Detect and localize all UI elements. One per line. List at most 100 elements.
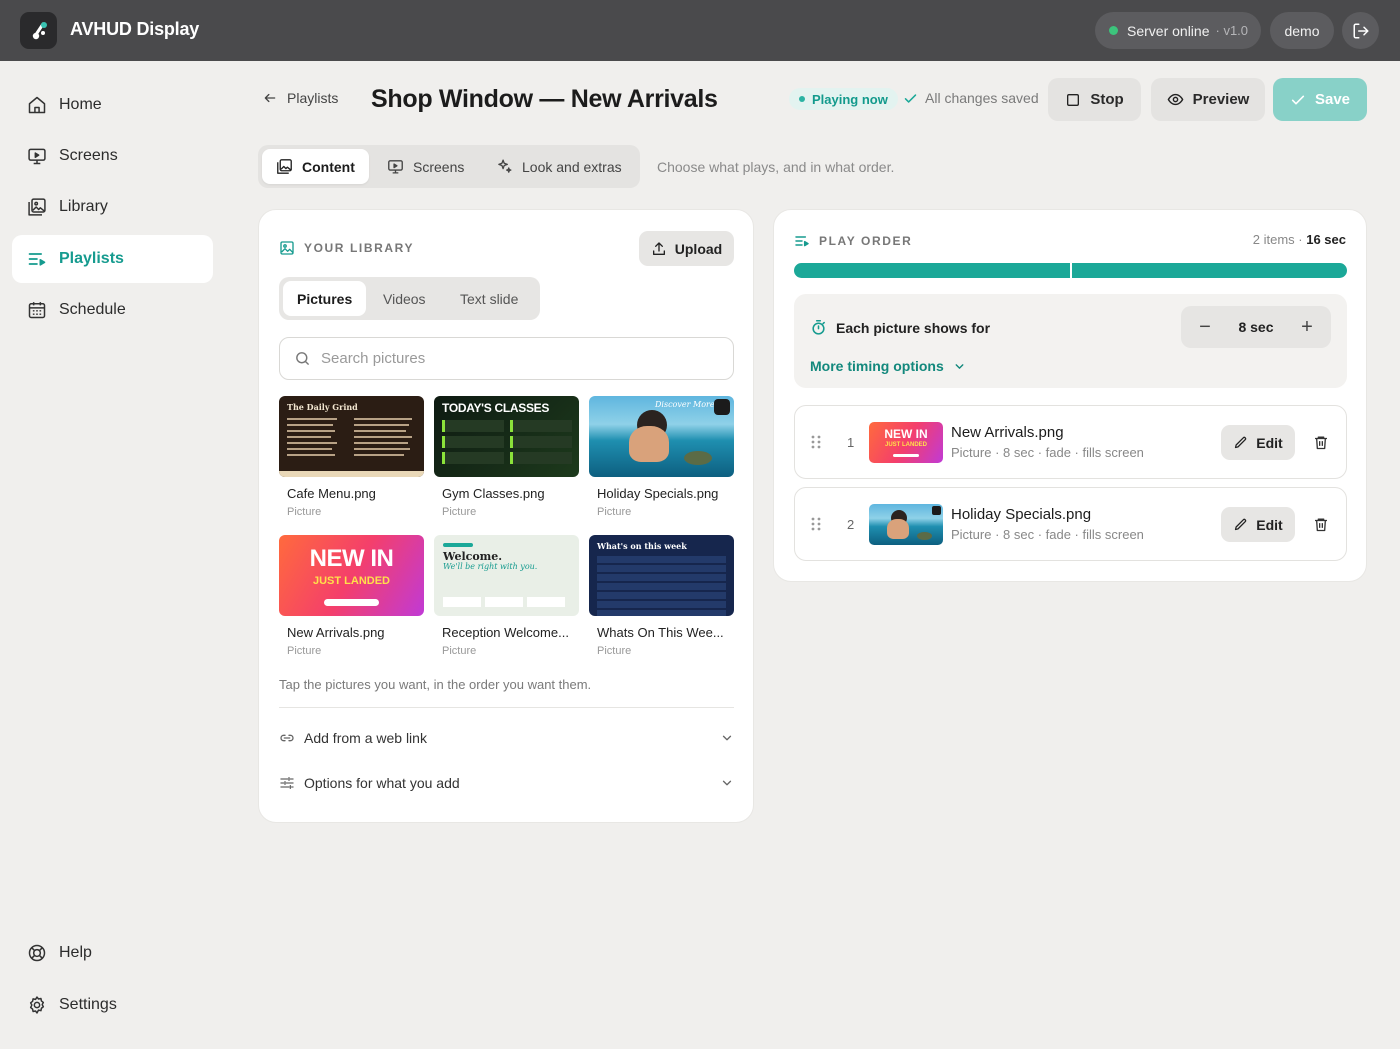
- timer-icon: [812, 319, 825, 335]
- calendar-icon: [28, 302, 46, 319]
- trash-icon[interactable]: [1313, 516, 1329, 533]
- tile-type: Picture: [442, 506, 477, 518]
- library-tile-reception-welcome[interactable]: Welcome. We'll be right with you. Recept…: [434, 535, 579, 657]
- sidebar-item-home[interactable]: Home: [12, 81, 213, 129]
- sidebar-item-label: Library: [59, 198, 108, 215]
- library-tile-new-arrivals[interactable]: NEW IN JUST LANDED New Arrivals.png Pict…: [279, 535, 424, 657]
- item-meta: Picture · 8 sec · fade · fills screen: [951, 445, 1144, 460]
- pencil-icon: [1235, 518, 1247, 531]
- pencil-icon: [1235, 436, 1247, 449]
- chevron-down-icon: [955, 363, 964, 369]
- back-to-playlists-link[interactable]: Playlists: [263, 90, 338, 106]
- item-index: 1: [847, 435, 855, 450]
- arrow-left-icon: [264, 93, 276, 103]
- more-timing-options-toggle[interactable]: More timing options: [810, 358, 966, 374]
- sidebar-item-playlists[interactable]: Playlists: [12, 235, 213, 283]
- subtab-videos[interactable]: Videos: [369, 281, 440, 316]
- library-tile-cafe-menu[interactable]: The Daily Grind Cafe Menu.png Picture: [279, 396, 424, 518]
- sidebar-item-help[interactable]: Help: [12, 929, 213, 977]
- user-menu-button[interactable]: demo: [1270, 12, 1334, 49]
- preview-button-label: Preview: [1192, 91, 1250, 108]
- sidebar-item-schedule[interactable]: Schedule: [12, 286, 213, 334]
- tile-name: Whats On This Wee...: [597, 625, 724, 640]
- tabs-hint: Choose what plays, and in what order.: [657, 159, 895, 175]
- library-card: YOUR LIBRARY Upload Pictures Videos Text…: [258, 209, 754, 823]
- drag-handle-icon[interactable]: [811, 517, 821, 531]
- save-status: All changes saved: [903, 90, 1039, 106]
- timing-label-text: Each picture shows for: [836, 319, 991, 336]
- thumb-title: NEW IN: [884, 427, 928, 441]
- subtab-pictures[interactable]: Pictures: [283, 281, 367, 316]
- holiday-specials-thumbnail: Discover More: [589, 396, 734, 477]
- library-tile-holiday-specials[interactable]: Discover More Holiday Specials.png Pictu…: [589, 396, 734, 518]
- edit-item-button[interactable]: Edit: [1221, 507, 1295, 542]
- logo-badge-icon: [714, 399, 730, 415]
- screen-icon: [28, 148, 46, 165]
- tab-content[interactable]: Content: [262, 149, 369, 184]
- home-icon: [28, 96, 46, 114]
- library-section-title-text: YOUR LIBRARY: [304, 241, 415, 255]
- back-link-label: Playlists: [287, 90, 339, 106]
- link-icon: [280, 734, 294, 742]
- preview-button[interactable]: Preview: [1151, 78, 1265, 121]
- divider: [279, 707, 734, 708]
- upload-icon: [652, 241, 665, 255]
- reception-welcome-thumbnail: Welcome. We'll be right with you.: [434, 535, 579, 616]
- sidebar-item-screens[interactable]: Screens: [12, 132, 213, 180]
- check-icon: [904, 93, 917, 103]
- tile-type: Picture: [287, 645, 322, 657]
- version-text: · v1.0: [1215, 23, 1249, 38]
- item-count: 2 items ·: [1252, 232, 1303, 247]
- tab-look-and-extras[interactable]: Look and extras: [482, 149, 636, 184]
- thumb-title: NEW IN: [309, 545, 394, 572]
- item-name: New Arrivals.png: [951, 424, 1064, 441]
- library-tile-whats-on[interactable]: What's on this week Whats On This Wee...…: [589, 535, 734, 657]
- playlist-tabs: Content Screens Look and extras: [258, 145, 640, 188]
- library-section-title: YOUR LIBRARY: [279, 240, 414, 256]
- add-from-web-link-expander[interactable]: Add from a web link: [279, 723, 734, 753]
- upload-button-label: Upload: [674, 240, 723, 257]
- duration-stepper: − 8 sec +: [1181, 306, 1331, 348]
- drag-handle-icon[interactable]: [811, 435, 821, 449]
- tab-label: Look and extras: [522, 158, 622, 175]
- save-button-label: Save: [1314, 91, 1351, 108]
- app-logo[interactable]: [20, 12, 57, 49]
- timeline-segment: [1071, 263, 1347, 278]
- app-title: AVHUD Display: [70, 19, 200, 39]
- item-thumbnail: NEW IN JUST LANDED: [869, 422, 943, 463]
- options-expander[interactable]: Options for what you add: [279, 768, 734, 798]
- edit-item-button[interactable]: Edit: [1221, 425, 1295, 460]
- edit-label: Edit: [1256, 516, 1283, 533]
- sidebar-item-library[interactable]: Library: [12, 183, 213, 231]
- search-box: [279, 337, 734, 380]
- decrease-duration-button[interactable]: −: [1197, 317, 1213, 337]
- play-order-item[interactable]: 1 NEW IN JUST LANDED New Arrivals.png Pi…: [794, 405, 1347, 479]
- top-bar: AVHUD Display Server online · v1.0 demo: [0, 0, 1400, 61]
- chevron-down-icon: [722, 735, 732, 741]
- increase-duration-button[interactable]: +: [1299, 317, 1315, 337]
- new-arrivals-thumbnail: NEW IN JUST LANDED: [279, 535, 424, 616]
- timeline-segment: [794, 263, 1070, 278]
- save-button[interactable]: Save: [1273, 78, 1367, 121]
- more-timing-label: More timing options: [810, 358, 944, 374]
- logo-icon: [32, 21, 47, 39]
- edit-label: Edit: [1256, 434, 1283, 451]
- sidebar-item-settings[interactable]: Settings: [12, 981, 213, 1029]
- thumb-title: The Daily Grind: [287, 402, 358, 412]
- lifebuoy-icon: [28, 944, 46, 962]
- tab-screens[interactable]: Screens: [373, 149, 478, 184]
- play-order-item[interactable]: 2 Holiday Specials.png Picture · 8 sec ·…: [794, 487, 1347, 561]
- search-input[interactable]: [321, 350, 701, 367]
- trash-icon[interactable]: [1313, 434, 1329, 451]
- library-tile-gym-classes[interactable]: TODAY'S CLASSES Gym Classes.png Picture: [434, 396, 579, 518]
- stop-button[interactable]: Stop: [1048, 78, 1141, 121]
- logout-button[interactable]: [1342, 12, 1379, 49]
- subtab-text-slide[interactable]: Text slide: [446, 281, 532, 316]
- playlist-icon: [795, 236, 809, 247]
- upload-button[interactable]: Upload: [639, 231, 734, 266]
- tile-type: Picture: [287, 506, 322, 518]
- item-thumbnail: [869, 504, 943, 545]
- save-status-text: All changes saved: [925, 90, 1039, 106]
- page-title: Shop Window — New Arrivals: [371, 85, 718, 113]
- sidebar-item-label: Settings: [59, 996, 117, 1013]
